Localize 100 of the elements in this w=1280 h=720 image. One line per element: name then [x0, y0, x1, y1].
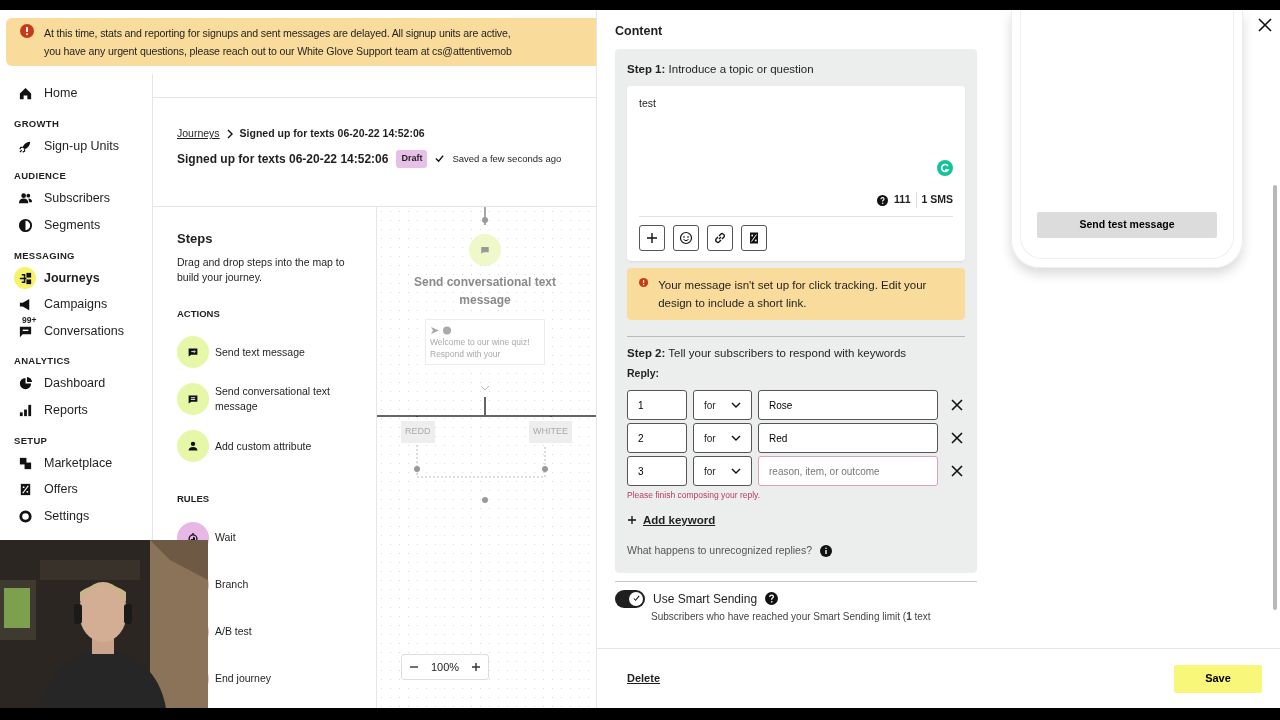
breadcrumb-link[interactable]: Journeys	[177, 126, 220, 142]
section-heading: ANALYTICS	[14, 354, 72, 369]
grammar-icon	[937, 160, 953, 177]
sms-count: 1 SMS	[916, 192, 953, 208]
chevron-down-icon	[480, 385, 490, 391]
chat-icon	[479, 244, 491, 256]
section-heading: SETUP	[14, 433, 49, 448]
step-title: Step 1: Introduce a topic or question	[627, 61, 815, 77]
check-icon	[632, 595, 640, 603]
sidebar-item[interactable]: Sign-up Units	[14, 132, 152, 160]
step-label[interactable]: Send conversational text message	[215, 384, 366, 415]
toggle-label: Use Smart Sending	[653, 590, 758, 608]
delete-link[interactable]: Delete	[627, 670, 661, 687]
panel-title: Steps	[177, 230, 214, 248]
sidebar-item[interactable]: Home	[14, 80, 152, 107]
pie-chart-icon	[17, 376, 33, 392]
section-heading: MESSAGING	[14, 248, 76, 263]
chevron-down-icon	[731, 435, 741, 441]
step-label[interactable]: A/B test	[215, 624, 252, 639]
status-tag: Draft	[396, 150, 428, 168]
connector-dropdown[interactable]: for	[693, 390, 752, 420]
sidebar-item[interactable]: Reports	[14, 397, 152, 424]
keyword-field[interactable]: 2	[627, 423, 687, 453]
section-heading: GROWTH	[14, 116, 61, 131]
gear-icon	[17, 508, 33, 524]
reply-field[interactable]: Red	[758, 423, 938, 453]
help-icon	[765, 592, 779, 606]
emoji-icon	[679, 231, 693, 245]
zoom-level: 100%	[430, 659, 460, 675]
breadcrumb-current: Signed up for texts 06-20-22 14:52:06	[239, 126, 425, 141]
info-icon	[820, 544, 833, 557]
squares-icon	[17, 455, 33, 471]
error-message: Please finish composing your reply.	[627, 489, 762, 502]
remove-icon[interactable]	[951, 432, 963, 444]
message-field[interactable]: test 111 1 SMS	[627, 86, 965, 261]
keyword-field[interactable]: 3	[627, 456, 687, 486]
reply-field[interactable]: Rose	[758, 390, 938, 420]
warning-text: Your message isn't set up for click tracking. Edit your design to include a short link.	[658, 278, 928, 311]
sidebar-item[interactable]: Settings	[14, 502, 152, 530]
branch-label: REDD	[401, 421, 435, 443]
chevron-icon	[225, 128, 234, 139]
banner-text: you have any urgent questions, please reach out to our White Glove Support team at cs@attentivemob	[44, 44, 512, 59]
remove-icon[interactable]	[951, 465, 963, 477]
save-button[interactable]: Save	[1174, 664, 1262, 693]
keyword-field[interactable]: 1	[627, 390, 687, 420]
sidebar-item[interactable]: Marketplace	[14, 449, 152, 477]
reply-field[interactable]: reason, item, or outcome	[758, 456, 938, 486]
link-button[interactable]	[707, 225, 733, 251]
step-label[interactable]: Wait	[215, 530, 236, 545]
section-title: Content	[615, 23, 664, 40]
percent-icon	[747, 231, 761, 245]
step-label[interactable]: End journey	[215, 671, 272, 686]
check-icon	[435, 154, 445, 164]
sidebar-item[interactable]: Dashboard	[14, 370, 152, 397]
half-circle-icon	[17, 217, 33, 233]
plus-icon	[470, 662, 481, 672]
percent-button[interactable]	[741, 225, 767, 251]
connector-dropdown[interactable]: for	[693, 423, 752, 453]
sidebar-item[interactable]: Offers	[14, 476, 152, 503]
banner-text: At this time, stats and reporting for signups and sent messages are delayed. All signup units are active,	[44, 26, 512, 41]
plus-icon	[627, 515, 637, 526]
add-keyword-button[interactable]: Add keyword	[627, 511, 716, 529]
step-label[interactable]: Send text message	[215, 344, 305, 360]
bar-chart-icon	[17, 402, 33, 418]
message-preview-card: Welcome to our wine quiz! Respond with your	[425, 319, 545, 365]
chevron-down-icon	[731, 402, 741, 408]
remove-icon[interactable]	[951, 399, 963, 411]
panel-description: Drag and drop steps into the map to build your journey.	[177, 254, 346, 285]
connector-line	[481, 207, 489, 225]
step-label[interactable]: Branch	[215, 577, 249, 592]
plus-button[interactable]	[639, 225, 665, 251]
connector-dropdown[interactable]: for	[693, 456, 752, 486]
section-heading: ACTIONS	[177, 306, 221, 321]
send-test-button[interactable]: Send test message	[1037, 212, 1217, 238]
character-count: 111	[894, 192, 911, 208]
section-heading: AUDIENCE	[14, 169, 67, 184]
link-icon	[713, 231, 727, 245]
sidebar-item[interactable]: Segments	[14, 212, 152, 239]
journey-title: Signed up for texts 06-20-22 14:52:06	[177, 150, 389, 168]
node-title: Send conversational text message	[412, 274, 557, 309]
close-icon[interactable]	[1258, 18, 1272, 32]
saved-status: Saved a few seconds ago	[452, 151, 562, 166]
home-icon	[17, 85, 33, 101]
alert-icon	[20, 24, 34, 38]
toggle-switch[interactable]	[615, 589, 645, 608]
help-text: What happens to unrecognized replies?	[627, 543, 813, 558]
section-heading: RULES	[177, 491, 211, 506]
sidebar-item[interactable]: Subscribers	[14, 185, 152, 212]
plus-icon	[645, 231, 659, 245]
step-title: Step 2: Tell your subscribers to respond with keywords	[627, 346, 908, 361]
scrollbar[interactable]	[1273, 185, 1277, 610]
toggle-description: Subscribers who have reached your Smart Sending limit (1 text	[651, 609, 932, 623]
emoji-button[interactable]	[673, 225, 699, 251]
alert-icon	[639, 276, 649, 289]
send-icon	[430, 326, 452, 336]
branch-label: WHITEE	[529, 421, 572, 443]
connector-dot	[481, 496, 489, 504]
field-label: Reply:	[627, 366, 661, 382]
sidebar-item[interactable]: Journeys	[14, 264, 152, 292]
step-label[interactable]: Add custom attribute	[215, 438, 312, 454]
